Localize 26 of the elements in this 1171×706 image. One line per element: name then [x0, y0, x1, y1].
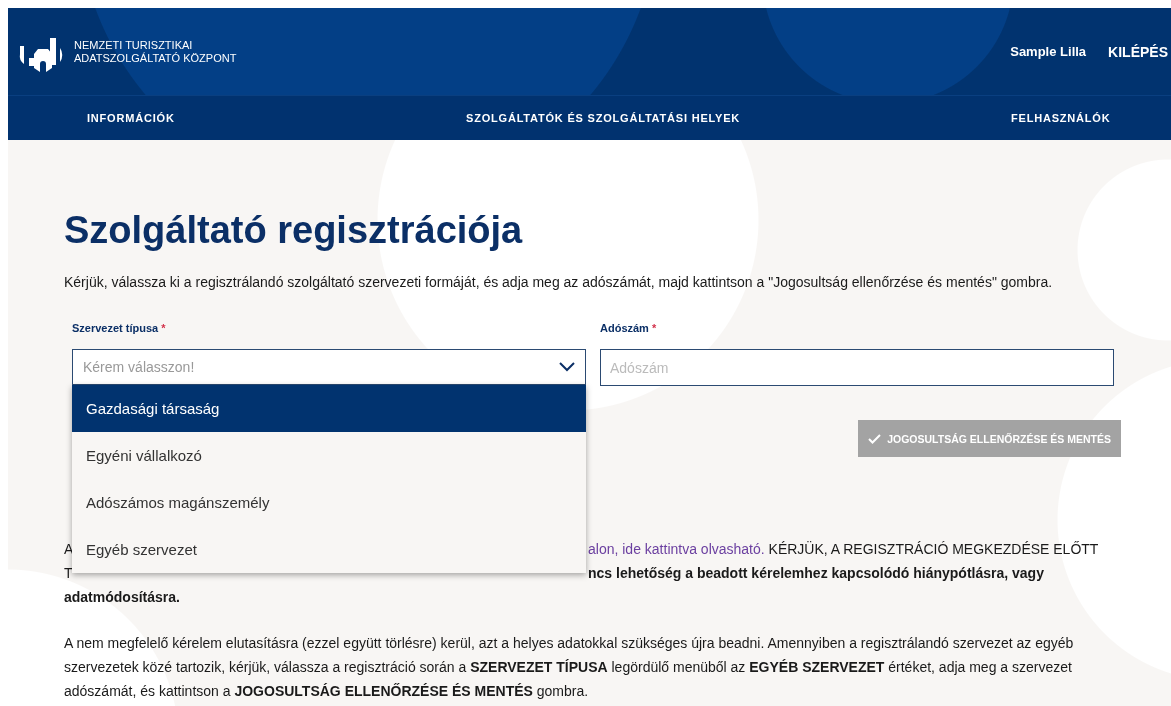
info-text: ncs lehetőség a beadott kérelemhez kapcsolódó hiánypótlásra, vagy [588, 564, 1044, 583]
dropdown-option[interactable]: Egyéni vállalkozó [72, 432, 586, 479]
nav-link[interactable]: FELHASZNÁLÓK [1011, 112, 1111, 124]
dropdown-option[interactable]: Gazdasági társaság [72, 385, 586, 432]
info-paragraph: A nem megfelelő kérelem elutasításra (ezzel együtt törlésre) kerül, azt a helyes adatokkal szükséges újra beadni. Amennyiben a regisztrálandó szervezet az egyéb szervezetek közé tartozik, kérjük, válassza a regisztráció során a SZERVEZET TÍPUSA legördülő menüből az EGYÉB SZERVEZET értéket, adja meg a szervezet adószámát, és kattintson a JOGOSULTSÁG ELLENŐRZÉSE ÉS MENTÉS gombra. [64, 634, 1075, 701]
nav-link[interactable]: SZOLGÁLTATÓK ÉS SZOLGÁLTATÁSI HELYEK [466, 112, 741, 124]
chevron-icon [559, 362, 575, 372]
dropdown-option[interactable]: Egyéb szervezet [72, 526, 586, 573]
user-name[interactable]: Sample Lilla [1010, 44, 1087, 59]
checkmark-icon [868, 433, 882, 444]
tax-number-field[interactable]: Adószám [600, 349, 1114, 386]
info-text: adatmódosításra. [64, 588, 180, 607]
info-text: KÉRJÜK, A REGISZTRÁCIÓ MEGKEZDÉSE ELŐTT [768, 541, 1099, 557]
intro-text: Kérjük, válassza ki a regisztrálandó szolgáltató szervezeti formáját, és adja meg az adószámát, majd kattintson a "Jogosultság ellenőrzése és mentés" gombra. [64, 273, 1054, 291]
info-text: T [64, 564, 73, 583]
organization-name: NEMZETI TURISZTIKAI [74, 38, 194, 52]
page-title: Szolgáltató regisztrációja [64, 208, 524, 252]
nav-link[interactable]: INFORMÁCIÓK [87, 112, 175, 124]
required-mark: * [651, 322, 657, 334]
organization-name: ADATSZOLGÁLTATÓ KÖZPONT [74, 51, 237, 65]
field-label: Adószám [600, 322, 649, 334]
dropdown-option[interactable]: Adószámos magánszemély [72, 479, 586, 526]
logout-link[interactable]: KILÉPÉS [1108, 43, 1168, 60]
required-mark: * [161, 322, 166, 334]
field-label: Szervezet típusa [72, 322, 159, 334]
info-link[interactable]: alon, ide kattintva olvasható. [588, 541, 765, 557]
